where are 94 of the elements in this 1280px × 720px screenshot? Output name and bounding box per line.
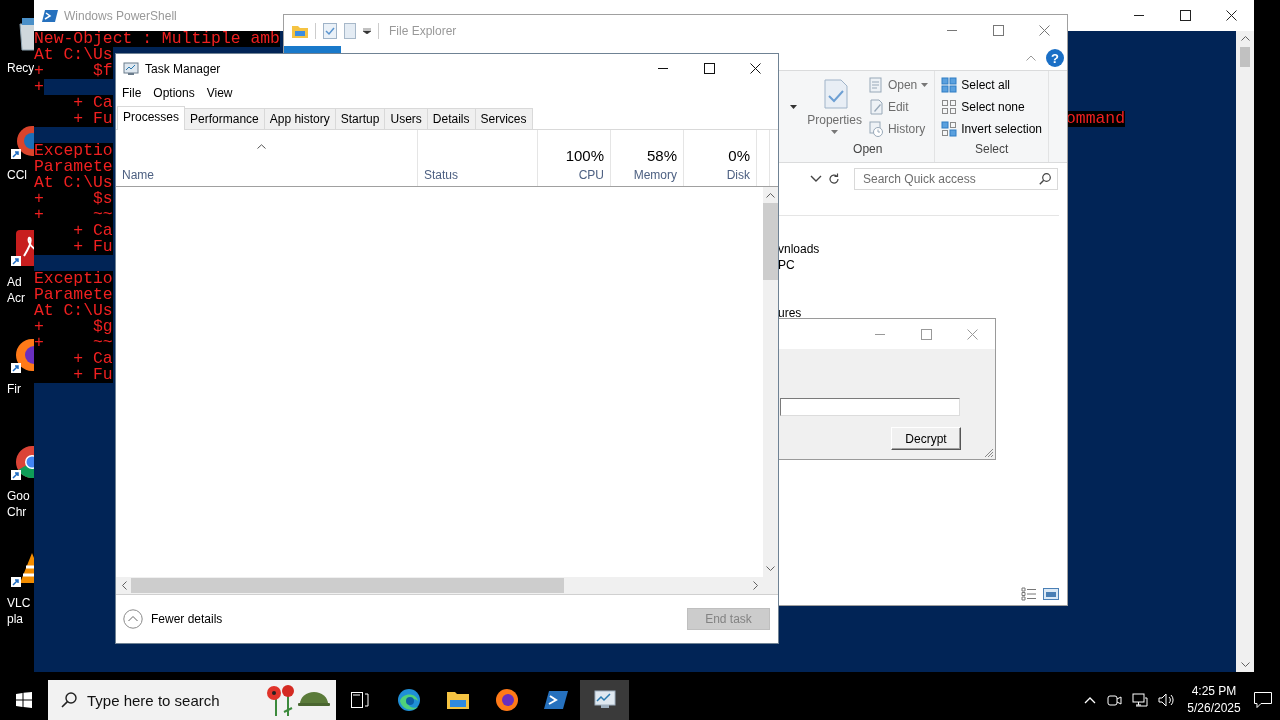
tab[interactable]: Performance (184, 108, 265, 129)
icon-label: CCl (7, 167, 27, 183)
scroll-left-icon[interactable] (121, 581, 127, 590)
ribbon-group-label: Open (852, 141, 884, 158)
refresh-icon[interactable] (828, 173, 840, 185)
scrollbar-thumb[interactable] (763, 203, 778, 280)
powershell-icon (42, 7, 58, 24)
usage-percent: 0% (728, 147, 750, 164)
window-title: Task Manager (145, 61, 222, 76)
column-header[interactable]: CPU (578, 168, 604, 182)
fewer-details-link[interactable]: Fewer details (151, 612, 687, 626)
window-title: Windows PowerShell (64, 8, 178, 23)
browser-icon (494, 688, 519, 712)
document-app-icon[interactable] (10, 228, 34, 268)
usage-percent: 100% (565, 147, 604, 164)
scroll-down-icon[interactable] (766, 566, 775, 572)
maximize-icon[interactable] (1179, 10, 1191, 21)
icon-label: pla (7, 611, 23, 627)
task-view-icon[interactable] (351, 692, 369, 708)
clock-date[interactable]: 5/26/2025 (1187, 700, 1241, 717)
search-icon[interactable] (61, 692, 77, 708)
dropdown-caret-icon[interactable] (363, 27, 371, 34)
icon-label: Chr (7, 504, 27, 520)
chevron-down-icon[interactable] (810, 175, 822, 183)
close-icon[interactable] (749, 63, 761, 74)
help-icon[interactable]: ? (1046, 49, 1064, 67)
select-all-icon (941, 77, 958, 93)
nav-item[interactable]: ures (778, 305, 1067, 321)
chevron-up-icon[interactable] (1084, 696, 1096, 704)
start-icon[interactable] (16, 692, 32, 708)
ribbon-command[interactable]: Select all (941, 74, 1042, 96)
terminal-icon (543, 688, 568, 712)
menu-item[interactable]: Options (147, 86, 201, 100)
usage-percent: 58% (646, 147, 677, 164)
tab[interactable]: App history (263, 108, 336, 129)
details-view-icon[interactable] (1021, 587, 1037, 601)
column-header[interactable]: Name (122, 168, 154, 182)
monitor-chart-icon (123, 60, 139, 77)
invert-selection-icon (941, 121, 958, 137)
text-field[interactable] (780, 398, 960, 416)
search-field[interactable]: Search Quick access (861, 171, 1039, 187)
tab[interactable]: Processes (117, 106, 186, 130)
sort-ascending-icon[interactable] (257, 144, 266, 149)
icon-label: Recy (7, 60, 35, 76)
checklist-icon[interactable] (323, 22, 337, 39)
search-box[interactable]: Type here to search (48, 680, 336, 720)
network-icon[interactable] (1132, 692, 1148, 708)
search-icon[interactable] (1039, 173, 1051, 185)
tab[interactable]: Details (426, 108, 476, 129)
column-header[interactable]: Status (424, 168, 459, 182)
history-icon (867, 121, 884, 137)
browser-icon (396, 688, 421, 712)
dropdown-caret-icon[interactable] (790, 105, 798, 109)
tab[interactable]: Startup (334, 108, 386, 129)
search-box[interactable]: Search Quick access (854, 168, 1058, 190)
close-icon[interactable] (1225, 10, 1237, 21)
decrypt-button[interactable]: Decrypt (891, 427, 961, 450)
folder-icon (292, 23, 308, 38)
collapse-ribbon-icon[interactable] (1026, 55, 1036, 61)
tab[interactable]: Services (474, 108, 533, 129)
column-header[interactable]: Disk (726, 168, 750, 182)
edit-icon (867, 99, 884, 115)
search-field[interactable]: Type here to search (85, 690, 249, 710)
scrollbar-thumb[interactable] (1240, 47, 1250, 67)
scroll-down-icon[interactable] (1240, 662, 1250, 668)
nav-item[interactable]: PC (778, 257, 1067, 273)
large-icons-view-icon[interactable] (1043, 587, 1059, 601)
notification-icon[interactable] (1254, 692, 1272, 708)
taskbar-app-button[interactable] (580, 680, 629, 720)
ribbon-group-label: Select (973, 141, 1010, 158)
resize-grip-icon[interactable] (983, 447, 994, 458)
column-header[interactable]: Memory (633, 168, 677, 182)
document-icon (867, 77, 884, 93)
menu-item[interactable]: File (116, 86, 148, 100)
tab[interactable]: Users (384, 108, 428, 129)
icon-label: Ad (7, 274, 22, 290)
volume-icon[interactable] (1158, 692, 1176, 708)
maximize-icon[interactable] (703, 63, 715, 74)
scroll-right-icon[interactable] (753, 581, 759, 590)
icon-label: VLC (7, 595, 31, 611)
window-title: File Explorer (389, 23, 458, 38)
scrollbar-thumb[interactable] (131, 578, 564, 593)
scroll-up-icon[interactable] (1240, 35, 1250, 41)
icon-label: Goo (7, 488, 30, 504)
clock-time[interactable]: 4:25 PM (1191, 683, 1237, 700)
meet-icon[interactable] (1106, 692, 1122, 708)
nav-item[interactable]: vnloads (778, 241, 1067, 257)
ribbon-command[interactable]: Invert selection (941, 118, 1042, 140)
menu-item[interactable]: View (200, 86, 239, 100)
icon-label: Fir (7, 381, 21, 397)
select-none-icon (941, 99, 958, 115)
icon-label: Acr (7, 290, 25, 306)
ribbon-command[interactable]: Select none (941, 96, 1042, 118)
scroll-up-icon[interactable] (766, 192, 775, 198)
